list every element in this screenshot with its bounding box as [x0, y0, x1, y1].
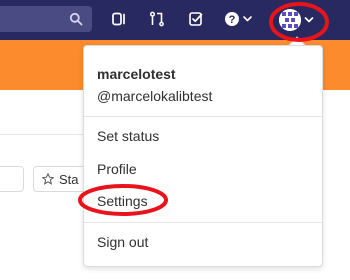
search-box[interactable] — [0, 6, 92, 32]
top-navbar: ? — [0, 0, 350, 40]
pull-request-icon[interactable] — [146, 8, 168, 30]
chevron-down-icon[interactable] — [304, 15, 314, 25]
user-dropdown-menu: marcelotest @marcelokalibtest Set status… — [83, 45, 323, 267]
profile-item[interactable]: Profile — [84, 156, 322, 182]
user-menu-toggle[interactable] — [275, 5, 325, 35]
help-icon[interactable]: ? — [222, 8, 256, 30]
set-status-item[interactable]: Set status — [84, 123, 322, 149]
merge-requests-icon[interactable] — [108, 8, 130, 30]
set-status-label: Set status — [97, 128, 160, 144]
todo-icon[interactable] — [185, 8, 207, 30]
sign-out-item[interactable]: Sign out — [84, 229, 322, 255]
input-field[interactable] — [0, 166, 24, 192]
sign-out-label: Sign out — [97, 234, 149, 250]
search-input[interactable] — [0, 6, 68, 32]
star-button-label: Sta — [59, 171, 79, 187]
avatar[interactable] — [279, 9, 301, 31]
user-handle: @marcelokalibtest — [97, 88, 213, 104]
settings-item[interactable]: Settings — [84, 188, 322, 214]
content-divider — [0, 134, 90, 135]
search-icon[interactable] — [69, 12, 83, 26]
svg-text:?: ? — [229, 14, 236, 26]
user-name: marcelotest — [97, 66, 176, 82]
star-icon — [42, 173, 54, 185]
settings-label: Settings — [97, 193, 148, 209]
profile-label: Profile — [97, 161, 137, 177]
dropdown-divider — [84, 116, 322, 117]
dropdown-divider — [84, 222, 322, 223]
